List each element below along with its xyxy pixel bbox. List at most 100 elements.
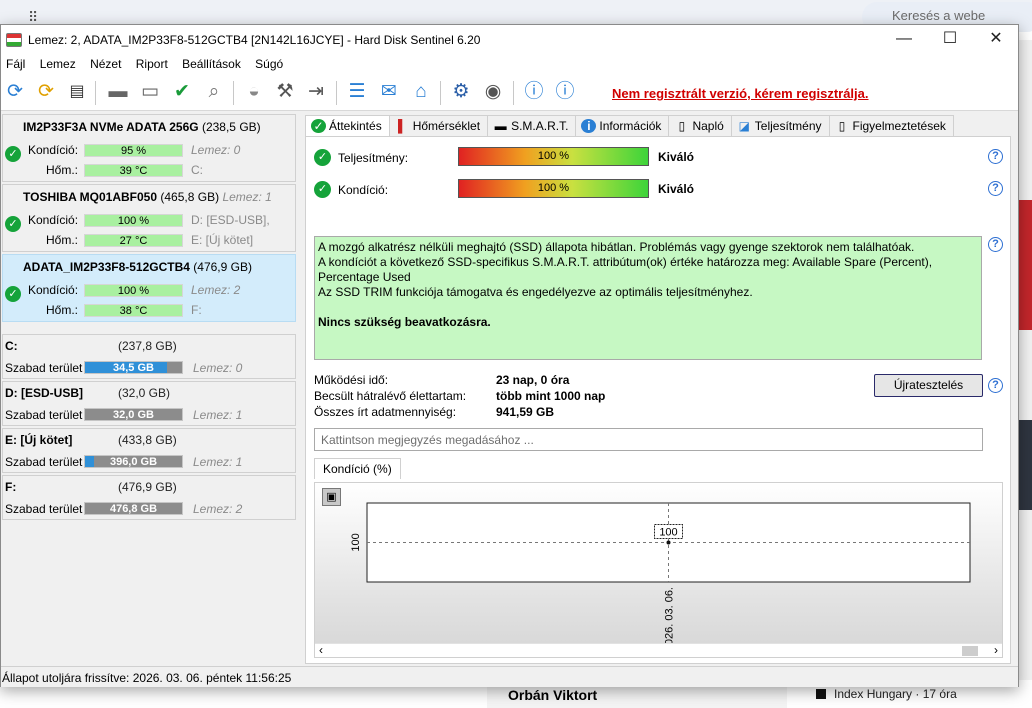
scroll-left-icon[interactable]: ‹ bbox=[319, 643, 323, 657]
condition-chart: ▣ 100 2026. 03. 06. 100 ‹ › bbox=[314, 482, 1003, 658]
maximize-button[interactable]: ☐ bbox=[927, 25, 973, 55]
info-line: A kondíciót a következő SSD-specifikus S… bbox=[318, 255, 933, 284]
condition-label: Kondíció: bbox=[28, 283, 79, 297]
condition-label: Kondíció: bbox=[338, 183, 389, 197]
drive-icon[interactable]: ▤ bbox=[63, 79, 91, 107]
disk-search-icon[interactable]: ⌕ bbox=[200, 79, 228, 107]
disk-tool-icon[interactable]: ⚒ bbox=[271, 79, 299, 107]
disk-item-1[interactable]: TOSHIBA MQ01ABF050 (465,8 GB) Lemez: 1 ✓… bbox=[2, 184, 296, 252]
performance-ok-icon: ✓ bbox=[314, 149, 331, 166]
volume-item-e[interactable]: E: [Új kötet] (433,8 GB) Szabad terület … bbox=[2, 428, 296, 473]
network-icon[interactable]: ⌂ bbox=[407, 79, 435, 107]
browser-search-text: Keresés a webe bbox=[892, 8, 986, 23]
retest-button[interactable]: Újratesztelés bbox=[874, 374, 983, 397]
gear-icon[interactable]: ⚙ bbox=[447, 79, 475, 107]
refresh-icon[interactable]: ⟳ bbox=[1, 79, 29, 107]
disk-item-2[interactable]: ADATA_IM2P33F8-512GCTB4 (476,9 GB) ✓ Kon… bbox=[2, 254, 296, 322]
scroll-thumb[interactable] bbox=[962, 646, 978, 656]
scroll-right-icon[interactable]: › bbox=[994, 643, 998, 657]
help-icon[interactable]: ? bbox=[988, 181, 1003, 196]
menu-file[interactable]: Fájl bbox=[1, 55, 31, 71]
tab-log[interactable]: ▯ Napló bbox=[668, 115, 732, 136]
ok-check-icon: ✓ bbox=[5, 286, 21, 302]
disk-name: ADATA_IM2P33F8-512GCTB4 bbox=[23, 260, 190, 274]
speaker-icon[interactable]: ◉ bbox=[479, 79, 507, 107]
news-headline[interactable]: Orbán Viktort bbox=[487, 684, 787, 708]
free-space-label: Szabad terület bbox=[5, 455, 83, 469]
condition-bar: 100 % bbox=[84, 214, 183, 227]
free-space-bar: 32,0 GB bbox=[84, 408, 183, 421]
chart-scrollbar[interactable]: ‹ › bbox=[315, 643, 1002, 657]
disk-volumes: C: bbox=[191, 163, 203, 177]
status-info-box: A mozgó alkatrész nélküli meghajtó (SSD)… bbox=[314, 236, 982, 360]
tab-warnings[interactable]: ▯ Figyelmeztetések bbox=[828, 115, 954, 136]
data-label: 100 bbox=[659, 527, 677, 539]
minimize-button[interactable]: — bbox=[881, 25, 927, 55]
free-space-label: Szabad terület bbox=[5, 408, 83, 422]
title-bar[interactable]: Lemez: 2, ADATA_IM2P33F8-512GCTB4 [2N142… bbox=[1, 25, 1018, 55]
tab-performance[interactable]: ◪ Teljesítmény bbox=[730, 115, 830, 136]
details-panel: ✓ Áttekintés ▌ Hőmérséklet ▬ S.M.A.R.T. i Infor… bbox=[301, 113, 1018, 666]
tab-information[interactable]: i Információk bbox=[575, 115, 670, 136]
mail-icon[interactable]: ✉ bbox=[375, 79, 403, 107]
condition-label: Kondíció: bbox=[28, 213, 79, 227]
disk-list-panel: IM2P33F3A NVMe ADATA 256G (238,5 GB) ✓ K… bbox=[1, 113, 298, 666]
condition-bar: 95 % bbox=[84, 144, 183, 157]
volume-size: (237,8 GB) bbox=[118, 339, 177, 353]
status-bar: Állapot utoljára frissítve: 2026. 03. 06… bbox=[1, 666, 1018, 687]
menu-settings[interactable]: Beállítások bbox=[177, 55, 247, 71]
window-title: Lemez: 2, ADATA_IM2P33F8-512GCTB4 [2N142… bbox=[28, 33, 481, 47]
ok-check-icon: ✓ bbox=[5, 216, 21, 232]
tab-smart[interactable]: ▬ S.M.A.R.T. bbox=[487, 115, 577, 136]
menu-help[interactable]: Súgó bbox=[250, 55, 289, 71]
volume-name: F: bbox=[5, 480, 17, 494]
volume-item-f[interactable]: F: (476,9 GB) Szabad terület 476,8 GB Le… bbox=[2, 475, 296, 520]
condition-label: Kondíció: bbox=[28, 143, 79, 157]
volume-size: (32,0 GB) bbox=[118, 386, 171, 400]
hard-disk-sentinel-window: Lemez: 2, ADATA_IM2P33F8-512GCTB4 [2N142… bbox=[0, 24, 1019, 687]
tab-bar: ✓ Áttekintés ▌ Hőmérséklet ▬ S.M.A.R.T. i Infor… bbox=[305, 115, 954, 138]
refresh-warning-icon[interactable]: ⟳ bbox=[32, 79, 60, 107]
temp-bar: 27 °C bbox=[84, 234, 183, 247]
tab-condition-chart[interactable]: Kondíció (%) bbox=[314, 458, 401, 479]
news-source[interactable]: Index Hungary · 17 óra bbox=[800, 684, 1032, 708]
log-icon: ▯ bbox=[678, 119, 686, 133]
volume-name: C: bbox=[5, 339, 18, 353]
temp-label: Hőm.: bbox=[46, 233, 79, 247]
registration-link[interactable]: Nem regisztrált verzió, kérem regisztrál… bbox=[612, 86, 869, 101]
help-icon[interactable]: ? bbox=[988, 149, 1003, 164]
note-input[interactable]: Kattintson megjegyzés megadásához ... bbox=[314, 428, 983, 451]
disk-test-icon[interactable]: ▭ bbox=[136, 79, 164, 107]
disk-export-icon[interactable]: ⇥ bbox=[302, 79, 330, 107]
volume-item-d[interactable]: D: [ESD-USB] (32,0 GB) Szabad terület 32… bbox=[2, 381, 296, 426]
background-dark-tile bbox=[1018, 420, 1032, 510]
help-icon[interactable]: ? bbox=[988, 378, 1003, 393]
info-line: Az SSD TRIM funkciója támogatva és enged… bbox=[318, 285, 753, 299]
performance-gauge: 100 % bbox=[458, 147, 649, 166]
disk-icon[interactable]: ▬ bbox=[104, 79, 132, 107]
check-icon: ✓ bbox=[311, 119, 326, 133]
free-space-bar: 34,5 GB bbox=[84, 361, 183, 374]
menu-view[interactable]: Nézet bbox=[85, 55, 127, 71]
volume-item-c[interactable]: C: (237,8 GB) Szabad terület 34,5 GB Lem… bbox=[2, 334, 296, 379]
free-space-bar: 396,0 GB bbox=[84, 455, 183, 468]
free-space-label: Szabad terület bbox=[5, 361, 83, 375]
volume-size: (476,9 GB) bbox=[118, 480, 177, 494]
info-conclusion: Nincs szükség beavatkozásra. bbox=[318, 315, 491, 329]
help-icon[interactable]: ? bbox=[988, 237, 1003, 252]
menu-report[interactable]: Riport bbox=[131, 55, 174, 71]
tab-overview[interactable]: ✓ Áttekintés bbox=[305, 115, 390, 138]
disk-gray-icon[interactable]: ◒ bbox=[240, 79, 268, 107]
disk-item-0[interactable]: IM2P33F3A NVMe ADATA 256G (238,5 GB) ✓ K… bbox=[2, 114, 296, 182]
disk-check-icon[interactable]: ✔ bbox=[168, 79, 196, 107]
close-button[interactable]: ✕ bbox=[973, 25, 1019, 55]
volume-name: D: [ESD-USB] bbox=[5, 386, 83, 400]
disk-index: Lemez: 2 bbox=[191, 283, 241, 297]
menu-disk[interactable]: Lemez bbox=[35, 55, 82, 71]
tab-temperature[interactable]: ▌ Hőmérséklet bbox=[388, 115, 489, 136]
help-icon[interactable]: ⓘ bbox=[520, 79, 548, 107]
smart-icon: ▬ bbox=[494, 119, 507, 133]
info-icon[interactable]: ⓘ bbox=[551, 79, 579, 107]
disk-volumes: F: bbox=[191, 303, 202, 317]
notepad-icon[interactable]: ☰ bbox=[343, 79, 371, 107]
